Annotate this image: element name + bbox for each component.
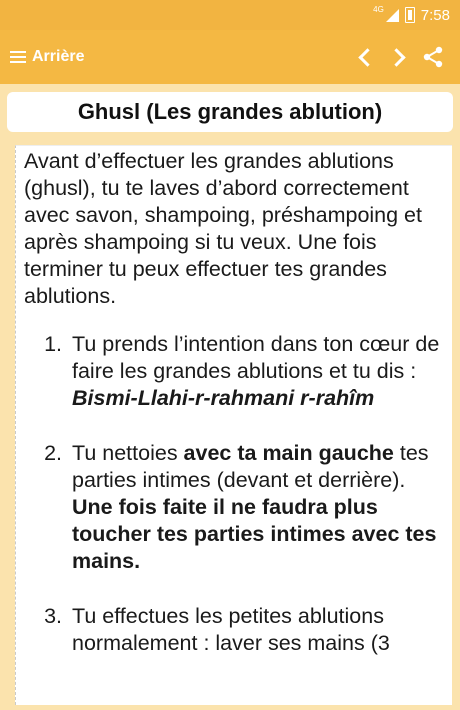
- step-text: Tu nettoies: [72, 441, 184, 465]
- app-bar: Arrière: [0, 30, 460, 84]
- chevron-left-icon: [358, 47, 377, 67]
- share-icon: [423, 46, 443, 68]
- intro-paragraph: Avant d’effectuer les grandes ablutions …: [24, 149, 422, 308]
- page-title: Ghusl (Les grandes ablution): [77, 99, 383, 124]
- menu-icon: [10, 51, 26, 63]
- share-button[interactable]: [416, 37, 450, 77]
- step-text: Tu prends l’intention dans ton cœur de f…: [72, 332, 440, 383]
- network-type: 4G: [373, 4, 384, 14]
- back-label: Arrière: [32, 48, 85, 65]
- steps-list: Tu prends l’intention dans ton cœur de f…: [24, 331, 444, 657]
- next-button[interactable]: [382, 37, 416, 77]
- chevron-right-icon: [387, 47, 406, 67]
- article-content[interactable]: Avant d’effectuer les grandes ablutions …: [15, 145, 452, 705]
- status-bar: 4G 7:58: [0, 0, 460, 30]
- back-button[interactable]: Arrière: [10, 48, 84, 66]
- step-text: Tu effectues les petites ablutions norma…: [72, 604, 390, 655]
- title-card: Ghusl (Les grandes ablution): [7, 92, 453, 132]
- list-item: Tu prends l’intention dans ton cœur de f…: [68, 331, 444, 412]
- battery-icon: [404, 7, 415, 23]
- step-bold: avec ta main gauche: [183, 441, 394, 465]
- step-emphasis: Bismi-Llahi-r-rahmani r-rahîm: [72, 386, 375, 410]
- list-item: Tu nettoies avec ta main gauche tes part…: [68, 440, 444, 575]
- list-item: Tu effectues les petites ablutions norma…: [68, 603, 444, 657]
- status-icons: 4G 7:58: [373, 4, 450, 24]
- previous-button[interactable]: [348, 37, 382, 77]
- signal-icon: [385, 8, 399, 22]
- step-bold: Une fois faite il ne faudra plus toucher…: [72, 495, 437, 573]
- status-time: 7:58: [420, 6, 450, 24]
